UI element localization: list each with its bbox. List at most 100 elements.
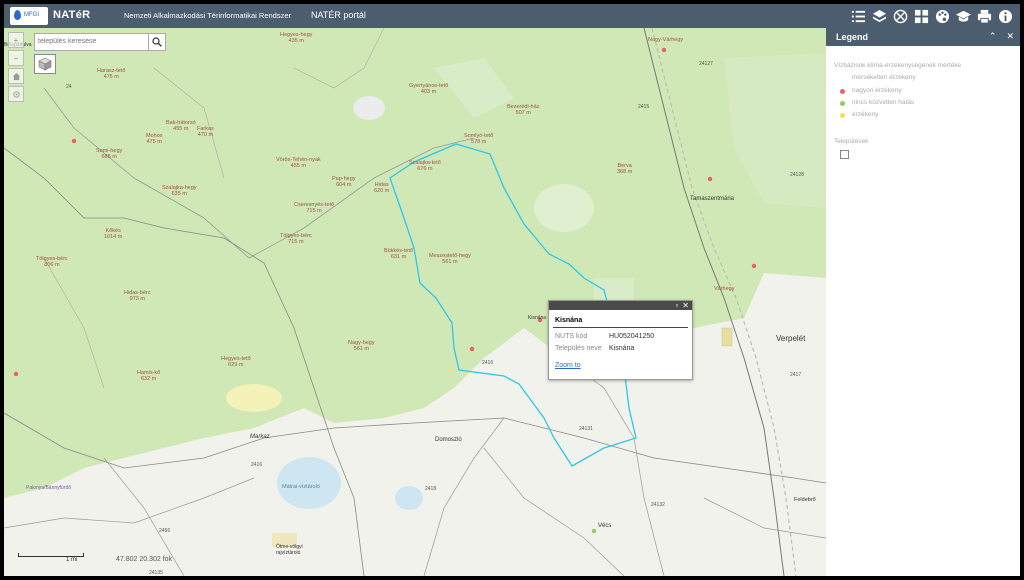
- town-label: Verpelét: [776, 334, 806, 343]
- peak-elevation: 561 m: [353, 346, 369, 352]
- peak-elevation: 470 m: [197, 132, 214, 138]
- peak-elevation: 806 m: [44, 262, 60, 268]
- settlements-checkbox[interactable]: [840, 150, 849, 159]
- locate-icon: [12, 90, 20, 98]
- legend-second-layer: Települések: [834, 138, 869, 145]
- peak-elevation: 629 m: [228, 362, 244, 368]
- collapse-icon[interactable]: ⌃: [989, 31, 997, 42]
- peak-label: Cseresnyés-tető 715 m: [294, 202, 334, 214]
- portal-link[interactable]: NATÉR portál: [311, 10, 366, 20]
- basemap: [4, 28, 826, 576]
- search-input[interactable]: [38, 35, 146, 47]
- map-controls: + −: [8, 32, 24, 104]
- road-number: 24128: [790, 172, 804, 178]
- town-label: Ötme-völgyi rajvíztároló: [276, 544, 303, 556]
- peak-label: Tölgyes-bérc 715 m: [280, 233, 312, 245]
- peak-name: Várhegy: [714, 286, 735, 292]
- peak-label: Bezerédi-ház 507 m: [507, 104, 539, 116]
- grid-icon[interactable]: [912, 6, 930, 26]
- cube-icon: [38, 57, 52, 71]
- peak-label: Hidas-bérc 973 m: [124, 290, 151, 302]
- town-label: Kisnána: [528, 315, 547, 321]
- scale-label: 1 mi: [66, 557, 78, 563]
- road-number: 2416: [251, 462, 263, 468]
- peak-elevation: 561 m: [442, 259, 458, 265]
- peak-elevation: 455 m: [173, 126, 189, 132]
- peak-elevation: 715 m: [288, 239, 304, 245]
- popup-title: Kisnána: [555, 317, 583, 324]
- close-icon[interactable]: ✕: [682, 301, 689, 310]
- peak-elevation: 455 m: [290, 163, 306, 169]
- zoom-to-link[interactable]: Zoom to: [555, 362, 692, 369]
- peak-elevation: 475 m: [103, 74, 119, 80]
- maximize-icon[interactable]: ▫: [675, 301, 678, 310]
- peak-label: Hamis-kő 632 m: [137, 370, 160, 382]
- road-number: 2415: [638, 104, 650, 110]
- peak-label: Somi-hegy 688 m: [96, 148, 122, 160]
- peak-elevation: 368 m: [617, 169, 633, 175]
- education-icon[interactable]: [954, 6, 972, 26]
- peak-label: Bükkés-tető 631 m: [384, 248, 413, 260]
- peak-elevation: 632 m: [140, 376, 157, 382]
- peak-elevation: 620 m: [374, 188, 390, 194]
- basemap-toggle-button[interactable]: [34, 54, 56, 74]
- peak-label: Farkas 470 m: [197, 126, 214, 138]
- peak-label: Hegyes-hegy 435 m: [280, 32, 312, 44]
- peak-label: Berva 368 m: [617, 163, 632, 175]
- popup-value: HU052041250: [609, 333, 655, 340]
- road-number: 24: [66, 84, 72, 90]
- peak-label: Kőkés 1014 m: [104, 228, 122, 240]
- popup-value: Kisnána: [609, 345, 635, 352]
- peak-label: Bak-hátorsó 455 m: [166, 120, 196, 132]
- peak-label: Szalajka-tető 676 m: [409, 160, 441, 172]
- peak-label: Pap-hegy 604 m: [332, 176, 356, 188]
- list-icon[interactable]: [849, 6, 867, 26]
- home-icon: [12, 72, 20, 80]
- legend-header: Legend ⌃ ✕: [826, 28, 1020, 46]
- print-icon[interactable]: [975, 6, 993, 26]
- peak-elevation: 631 m: [390, 254, 407, 260]
- peak-elevation: 475 m: [146, 139, 162, 145]
- peak-label: Somlyó-tető 578 m: [464, 133, 493, 145]
- legend-title: Legend: [836, 32, 869, 42]
- peak-elevation: 715 m: [306, 208, 322, 214]
- road-number: 2456: [159, 528, 171, 534]
- app-subtitle: Nemzeti Alkalmazkodási Térinformatikai R…: [124, 11, 292, 20]
- town-label: Feldebrő: [794, 497, 816, 503]
- peak-elevation: 507 m: [515, 110, 531, 116]
- close-icon[interactable]: ✕: [1006, 31, 1014, 42]
- zoom-in-button[interactable]: +: [8, 32, 24, 48]
- town-label: Mátrai-víztároló: [282, 484, 320, 490]
- scale-bar: 1 mi: [18, 553, 84, 563]
- legend-layer-title: Vízbázisok klíma-érzékenységének mértéke: [834, 62, 962, 69]
- legend-swatch: [840, 101, 845, 106]
- info-icon[interactable]: [996, 6, 1014, 26]
- town-label: Palonya/Bánnyfürdő: [26, 485, 72, 491]
- peak-label: Vörös-Tehén-nyak 455 m: [276, 157, 321, 169]
- logo[interactable]: MFGI: [10, 7, 48, 25]
- peak-name: Nagy-Várhegy: [648, 37, 684, 43]
- peak-elevation: 435 m: [288, 38, 304, 44]
- search-button[interactable]: [148, 34, 165, 50]
- search-icon: [152, 37, 162, 47]
- map-canvas[interactable]: Hegyes-hegy 435 m Nagy-Várhegy Harasz-tet…: [4, 28, 826, 576]
- town-label: Markaz: [250, 434, 270, 440]
- logo-text: MFGI: [24, 12, 39, 18]
- legend-layer-subtitle: mérsékelten érzékeny: [852, 74, 916, 81]
- town-label: Tamaszentmária: [690, 196, 735, 202]
- layers-icon[interactable]: [870, 6, 888, 26]
- popup-key: Település neve: [555, 345, 602, 352]
- locate-button[interactable]: [8, 86, 24, 102]
- tools-icon[interactable]: [891, 6, 909, 26]
- palette-icon[interactable]: [933, 6, 951, 26]
- zoom-out-button[interactable]: −: [8, 50, 24, 66]
- brand-name: NATéR: [53, 9, 91, 21]
- peak-elevation: 688 m: [101, 154, 117, 160]
- peak-label: Várhegy: [714, 286, 735, 292]
- road-number: 24127: [699, 61, 713, 67]
- home-button[interactable]: [8, 68, 24, 84]
- popup-row: Település neve Kisnána: [555, 345, 692, 352]
- town-label: Domoszló: [435, 437, 462, 443]
- peak-label: Nagy-Várhegy: [648, 37, 683, 43]
- legend-item-label: nincs közvetlen hatás: [852, 99, 915, 106]
